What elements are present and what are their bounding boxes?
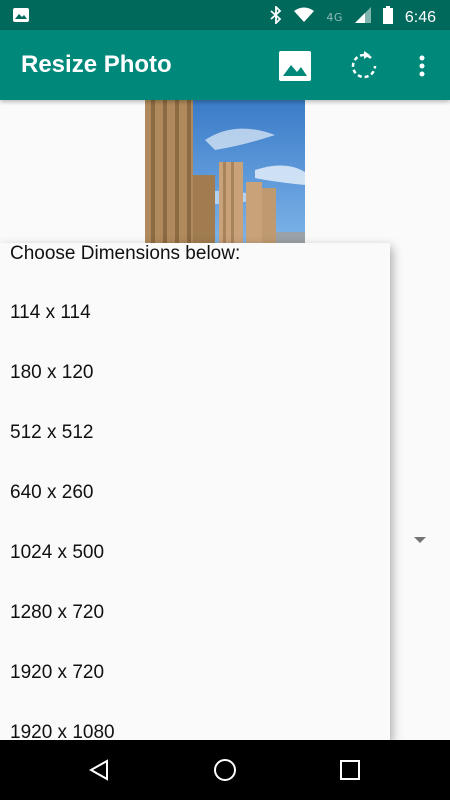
dimension-option[interactable]: 1280 x 720 (0, 603, 390, 663)
dimension-option[interactable]: 640 x 260 (0, 483, 390, 543)
dropdown-header: Choose Dimensions below: (10, 243, 241, 264)
dimensions-dropdown: Choose Dimensions below: 114 x 114 180 x… (0, 243, 390, 740)
recents-icon[interactable] (335, 755, 365, 785)
app-title: Resize Photo (21, 51, 172, 78)
dimension-option[interactable]: 114 x 114 (0, 303, 390, 363)
status-bar: 4G 6:46 (0, 0, 450, 30)
dimension-option[interactable]: 1024 x 500 (0, 543, 390, 603)
battery-icon (382, 6, 393, 29)
option-label: 1280 x 720 (10, 602, 105, 623)
dimension-option[interactable]: 512 x 512 (0, 423, 390, 483)
option-label: 1024 x 500 (10, 542, 105, 563)
image-notification-icon (12, 7, 30, 28)
wifi-icon (294, 7, 315, 28)
main-content: Choose Dimensions below: 114 x 114 180 x… (0, 100, 450, 740)
dimension-option[interactable]: 1920 x 720 (0, 663, 390, 723)
photo-preview (145, 100, 305, 243)
back-icon[interactable] (84, 755, 114, 785)
option-label: 114 x 114 (10, 302, 91, 323)
navigation-bar (0, 740, 450, 800)
photo-picker-icon[interactable] (279, 50, 311, 82)
network-type-label: 4G (326, 11, 343, 24)
app-bar: Resize Photo (0, 30, 450, 100)
spinner-dropdown-arrow[interactable] (414, 537, 426, 543)
dimension-option[interactable]: 180 x 120 (0, 363, 390, 423)
bluetooth-icon (270, 4, 282, 29)
option-label: 512 x 512 (10, 422, 94, 443)
overflow-menu-icon[interactable] (406, 50, 438, 82)
option-label: 640 x 260 (10, 482, 94, 503)
dimension-option[interactable]: 1920 x 1080 (0, 722, 390, 741)
signal-icon (354, 7, 371, 28)
rotate-icon[interactable] (348, 50, 380, 82)
option-label: 1920 x 720 (10, 662, 105, 683)
home-icon[interactable] (210, 755, 240, 785)
clock: 6:46 (404, 8, 436, 26)
option-label: 1920 x 1080 (10, 722, 115, 741)
option-label: 180 x 120 (10, 362, 94, 383)
